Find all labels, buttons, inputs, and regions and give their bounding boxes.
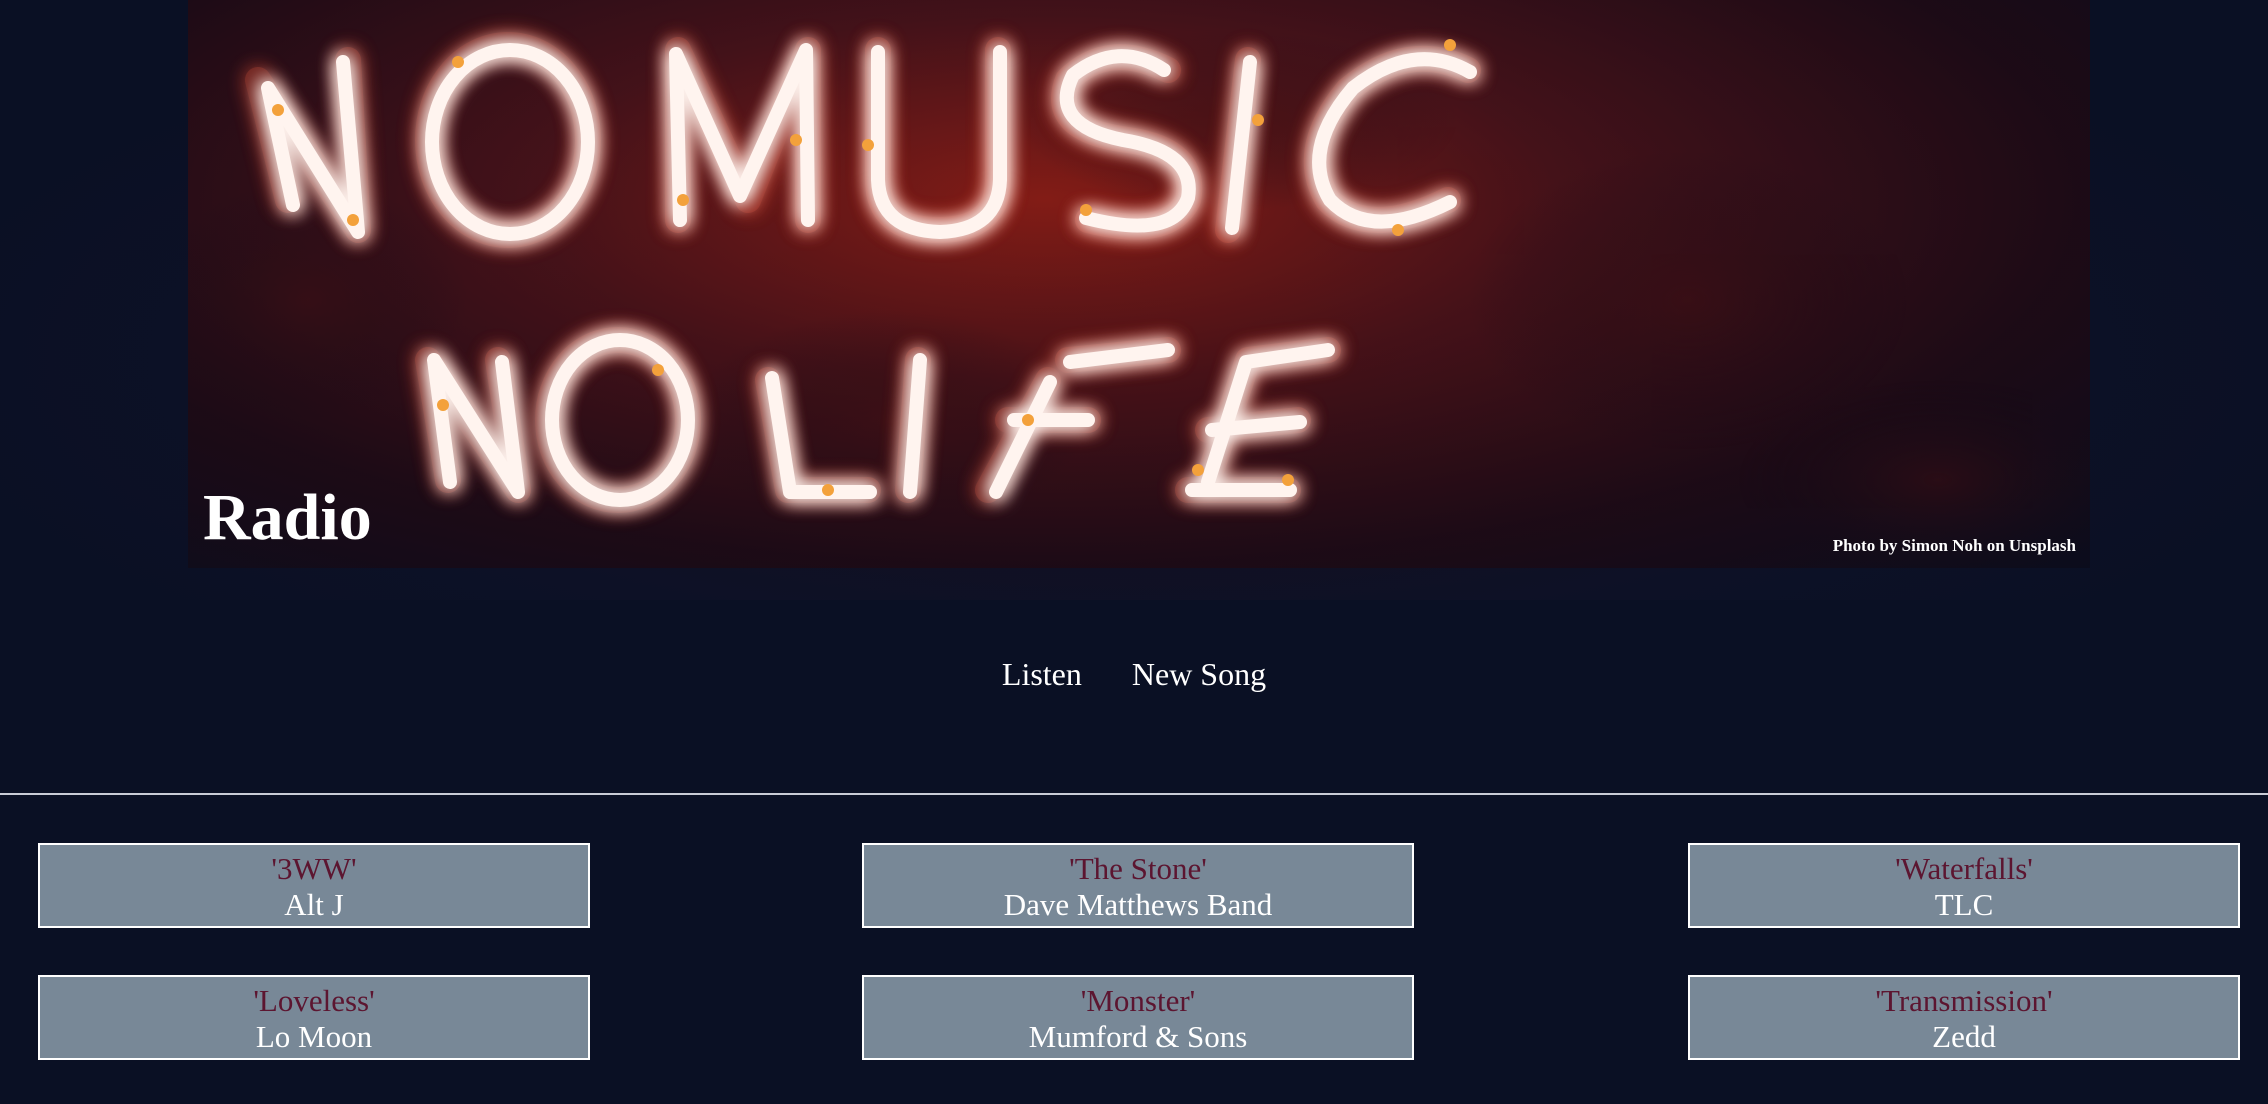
song-artist: Zedd: [1932, 1019, 1996, 1054]
song-card[interactable]: '3WW' Alt J: [38, 843, 590, 928]
section-divider: [0, 793, 2268, 795]
song-card[interactable]: 'Waterfalls' TLC: [1688, 843, 2240, 928]
song-artist: Dave Matthews Band: [1003, 887, 1273, 922]
song-title: 'Monster': [1080, 983, 1196, 1018]
nav-listen-link[interactable]: Listen: [1002, 656, 1082, 693]
page-title: Radio: [203, 481, 372, 554]
song-artist: TLC: [1934, 887, 1994, 922]
song-card[interactable]: 'The Stone' Dave Matthews Band: [862, 843, 1414, 928]
photo-credit: Photo by Simon Noh on Unsplash: [1832, 536, 2076, 555]
song-title: 'Transmission': [1875, 983, 2053, 1018]
song-artist: Mumford & Sons: [1028, 1019, 1248, 1054]
song-title: 'Waterfalls': [1895, 851, 2033, 886]
hero-banner: Radio Photo by Simon Noh on Unsplash: [188, 0, 2090, 568]
song-title: '3WW': [271, 851, 357, 886]
song-card[interactable]: 'Transmission' Zedd: [1688, 975, 2240, 1060]
song-artist: Lo Moon: [255, 1019, 373, 1054]
song-artist: Alt J: [284, 887, 344, 922]
neon-sign-image: [188, 30, 2090, 568]
main-nav: Listen New Song: [0, 656, 2268, 693]
song-card[interactable]: 'Loveless' Lo Moon: [38, 975, 590, 1060]
nav-new-song-link[interactable]: New Song: [1132, 656, 1266, 693]
song-title: 'Loveless': [253, 983, 375, 1018]
song-title: 'The Stone': [1069, 851, 1207, 886]
song-card[interactable]: 'Monster' Mumford & Sons: [862, 975, 1414, 1060]
